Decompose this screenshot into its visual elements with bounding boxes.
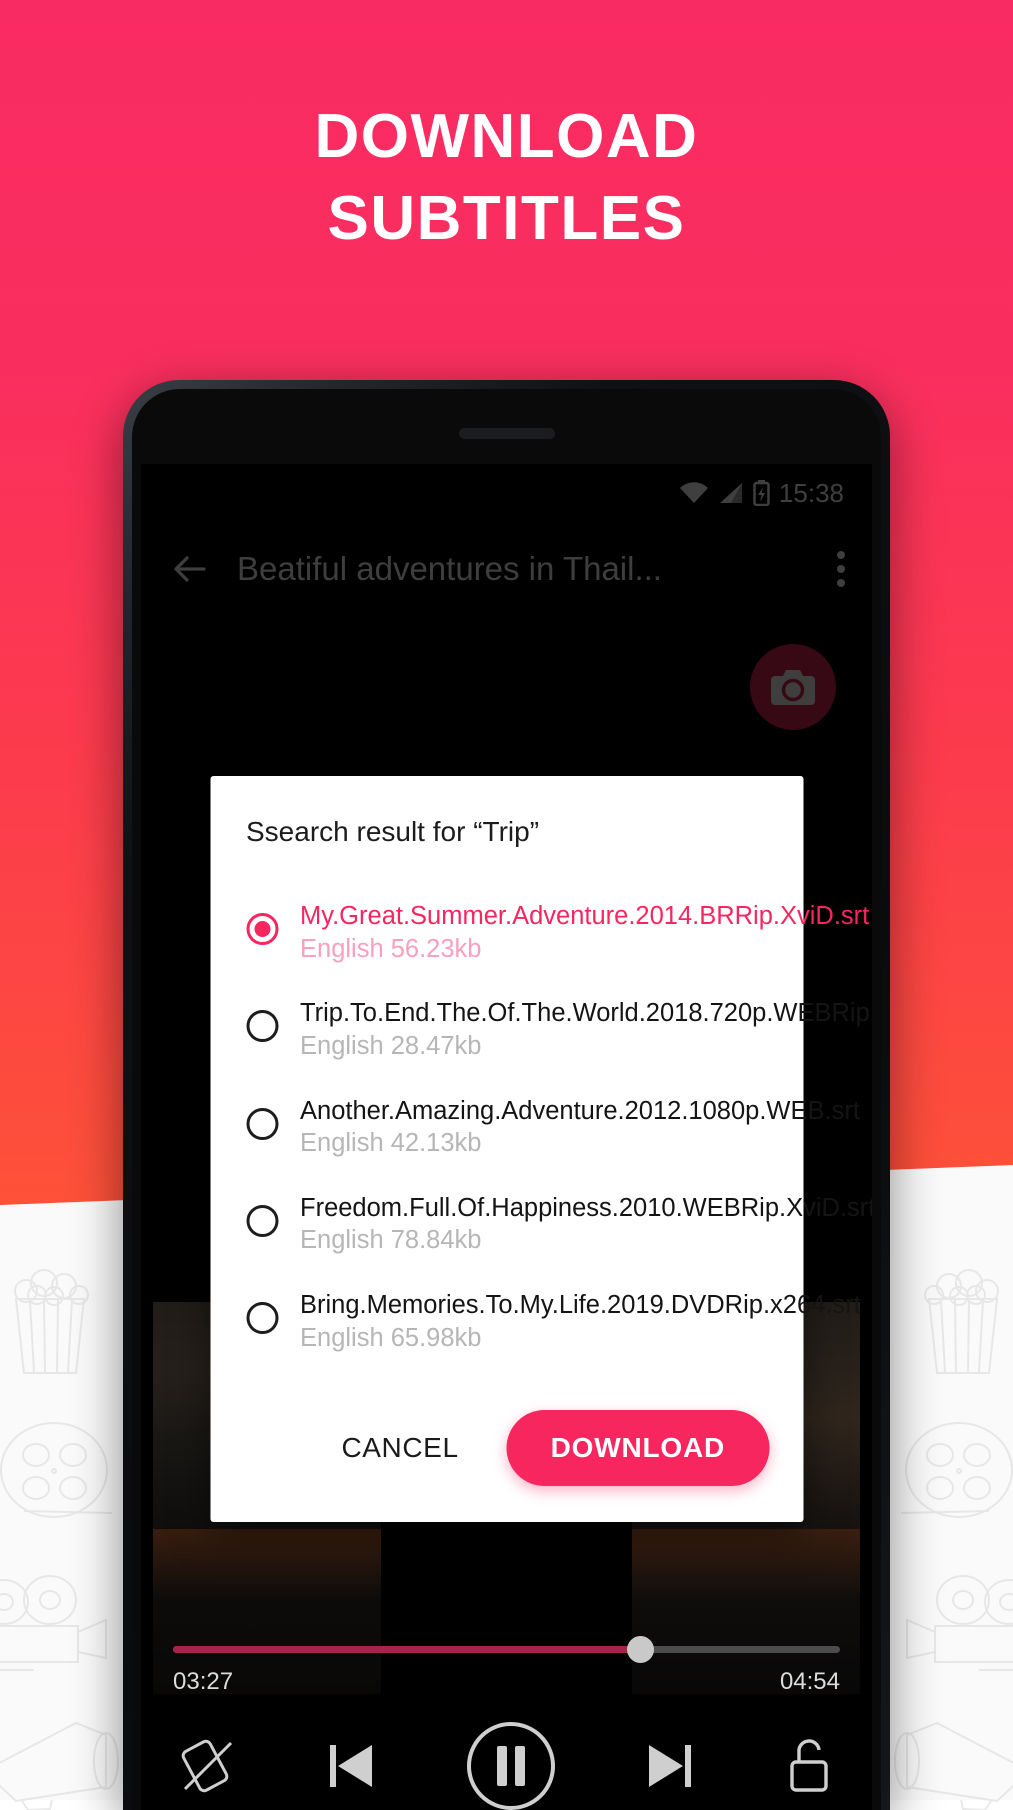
- subtitle-result-row[interactable]: Trip.To.End.The.Of.The.World.2018.720p.W…: [210, 981, 872, 1078]
- film-reel-icon: [0, 1415, 129, 1535]
- current-time-label: 03:27: [173, 1668, 234, 1695]
- subtitle-meta: English 28.47kb: [300, 1031, 482, 1060]
- radio-button[interactable]: [246, 1302, 278, 1334]
- subtitle-meta: English 42.13kb: [300, 1129, 482, 1158]
- dialog-actions: CANCEL DOWNLOAD: [210, 1370, 803, 1492]
- subtitle-result-text: Another.Amazing.Adventure.2012.1080p.WEB…: [300, 1095, 860, 1160]
- seek-bar[interactable]: [173, 1636, 840, 1663]
- previous-track-icon[interactable]: [322, 1735, 380, 1797]
- transport-controls: [173, 1718, 840, 1810]
- radio-button[interactable]: [246, 1204, 278, 1237]
- subtitle-result-text: Trip.To.End.The.Of.The.World.2018.720p.W…: [300, 997, 872, 1062]
- movie-camera-icon: [0, 1570, 114, 1680]
- subtitle-filename: Another.Amazing.Adventure.2012.1080p.WEB…: [300, 1096, 860, 1125]
- phone-screen: 15:38 Beatiful adventures in Thail... Ss…: [141, 464, 872, 1810]
- popcorn-icon: [909, 1255, 1013, 1380]
- subtitle-filename: My.Great.Summer.Adventure.2014.BRRip.Xvi…: [300, 902, 870, 930]
- subtitle-result-text: My.Great.Summer.Adventure.2014.BRRip.Xvi…: [300, 900, 869, 965]
- phone-mockup: 15:38 Beatiful adventures in Thail... Ss…: [123, 380, 890, 1810]
- megaphone-icon: [894, 1715, 1013, 1810]
- subtitle-filename: Bring.Memories.To.My.Life.2019.DVDRip.x2…: [300, 1291, 861, 1319]
- subtitle-meta: English 56.23kb: [300, 934, 482, 963]
- subtitle-result-row[interactable]: Bring.Memories.To.My.Life.2019.DVDRip.x2…: [210, 1273, 861, 1370]
- subtitle-filename: Freedom.Full.Of.Happiness.2010.WEBRip.Xv…: [300, 1193, 872, 1222]
- download-button[interactable]: DOWNLOAD: [506, 1410, 769, 1487]
- dialog-title: Ssearch result for “Trip”: [246, 816, 540, 847]
- cancel-button[interactable]: CANCEL: [323, 1418, 476, 1478]
- earpiece-speaker: [458, 428, 555, 439]
- subtitle-result-row[interactable]: Freedom.Full.Of.Happiness.2010.WEBRip.Xv…: [210, 1176, 872, 1273]
- video-player-controls: 03:27 04:54: [141, 1620, 872, 1810]
- subtitle-meta: English 65.98kb: [300, 1323, 482, 1352]
- unlock-icon[interactable]: [782, 1735, 836, 1797]
- subtitle-meta: English 78.84kb: [300, 1226, 482, 1255]
- subtitle-result-text: Bring.Memories.To.My.Life.2019.DVDRip.x2…: [300, 1289, 861, 1354]
- radio-button[interactable]: [246, 1010, 278, 1043]
- subtitle-search-dialog: Ssearch result for “Trip” My.Great.Summe…: [210, 776, 872, 1523]
- radio-button[interactable]: [246, 913, 278, 945]
- screen-rotation-lock-icon[interactable]: [177, 1735, 239, 1797]
- next-track-icon[interactable]: [641, 1735, 699, 1797]
- subtitle-result-row[interactable]: Another.Amazing.Adventure.2012.1080p.WEB…: [210, 1079, 860, 1176]
- headline-line-1: DOWNLOAD: [314, 102, 699, 171]
- player-time-row: 03:27 04:54: [173, 1668, 840, 1696]
- movie-camera-icon: [899, 1570, 1013, 1680]
- headline-line-2: SUBTITLES: [327, 184, 686, 254]
- megaphone-icon: [0, 1715, 119, 1810]
- film-reel-icon: [884, 1415, 1013, 1535]
- subtitle-result-text: Freedom.Full.Of.Happiness.2010.WEBRip.Xv…: [300, 1192, 872, 1257]
- seek-progress-fill: [173, 1646, 640, 1653]
- radio-button[interactable]: [246, 1107, 278, 1140]
- popcorn-icon: [0, 1255, 104, 1380]
- promo-headline: DOWNLOAD SUBTITLES: [0, 96, 1013, 261]
- subtitle-result-row[interactable]: My.Great.Summer.Adventure.2014.BRRip.Xvi…: [210, 884, 869, 981]
- pause-button-icon[interactable]: [463, 1718, 559, 1810]
- subtitle-filename: Trip.To.End.The.Of.The.World.2018.720p.W…: [300, 999, 872, 1028]
- seek-thumb[interactable]: [626, 1636, 654, 1663]
- subtitle-result-list: My.Great.Summer.Adventure.2014.BRRip.Xvi…: [210, 858, 872, 1370]
- total-time-label: 04:54: [779, 1668, 840, 1695]
